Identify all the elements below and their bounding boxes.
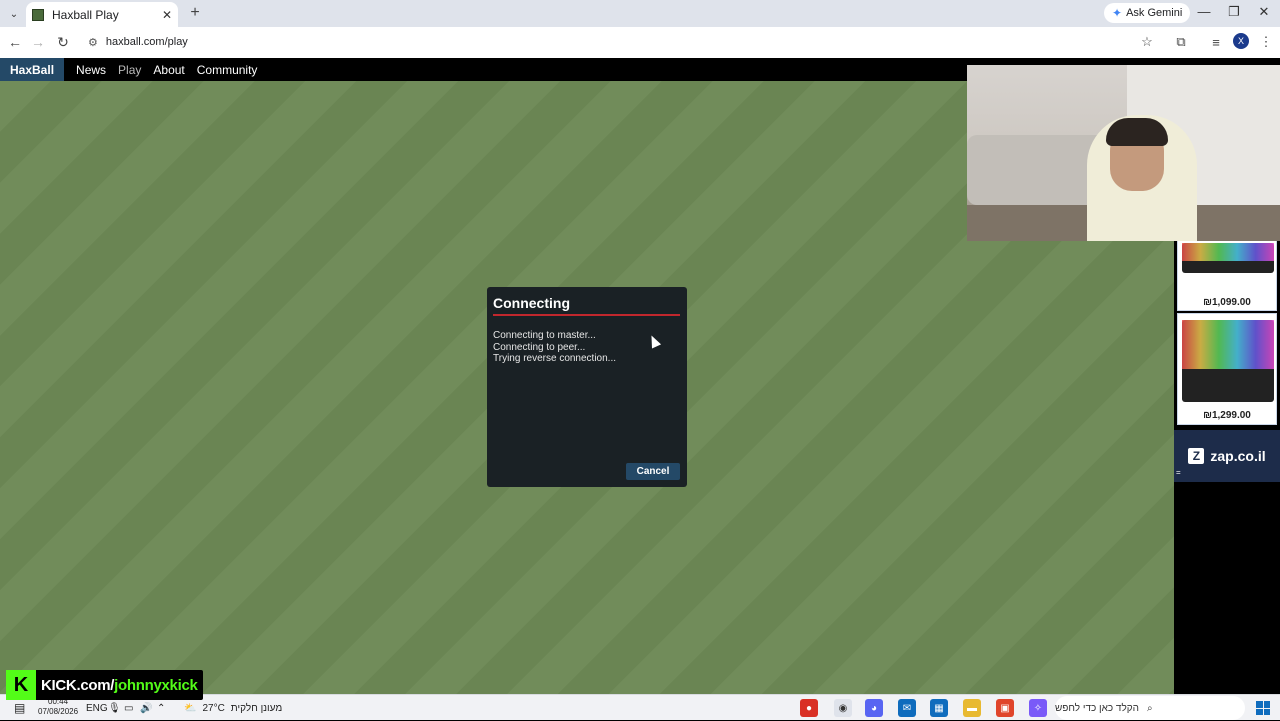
taskbar-clock[interactable]: 00:44 07/08/2026 <box>38 697 78 717</box>
address-bar[interactable]: ⚙ haxball.com/play <box>80 30 1162 54</box>
tab-haxball[interactable]: Haxball Play ✕ <box>26 2 178 27</box>
chrome-app-icon[interactable]: ◉ <box>834 699 852 717</box>
keyboard-image <box>1182 320 1274 402</box>
log-line: Trying reverse connection... <box>493 353 617 364</box>
new-tab-button[interactable]: + <box>186 4 204 22</box>
explorer-app-icon[interactable]: ▬ <box>963 699 981 717</box>
ad-price: ₪1,299.00 <box>1203 410 1251 421</box>
kick-overlay: K KICK.com/johnnyxkick <box>6 670 203 700</box>
clock-date: 07/08/2026 <box>38 707 79 716</box>
nav-play[interactable]: Play <box>118 63 141 77</box>
tab-close-icon[interactable]: ✕ <box>162 8 172 22</box>
dialog-title: Connecting <box>493 295 570 311</box>
store-app-icon[interactable]: ▦ <box>930 699 948 717</box>
tab-search-icon[interactable]: ⌄ <box>5 5 23 23</box>
kick-prefix: KICK.com/ <box>41 676 115 694</box>
connection-log: Connecting to master... Connecting to pe… <box>493 330 616 365</box>
browser-toolbar: ← → ↻ ⚙ haxball.com/play ☆ ⧉ ≡ X ⋮ <box>0 27 1280 58</box>
recorder-app-icon[interactable]: ● <box>800 699 818 717</box>
kick-username: johnnyxkick <box>114 676 198 694</box>
copilot-app-icon[interactable]: ✧ <box>1029 699 1047 717</box>
nav-about[interactable]: About <box>153 63 184 77</box>
nav-news[interactable]: News <box>76 63 106 77</box>
address-url: haxball.com/play <box>105 36 188 48</box>
weather-icon: ⛅ <box>184 702 197 714</box>
search-icon: ⌕ <box>1147 702 1153 714</box>
ad-keyboard-2[interactable]: ₪1,299.00 <box>1177 313 1277 425</box>
ask-gemini-label: Ask Gemini <box>1126 7 1183 19</box>
ad-price: ₪1,099.00 <box>1203 297 1251 308</box>
haxball-logo[interactable]: HaxBall <box>0 58 65 81</box>
dialog-title-underline <box>493 314 680 316</box>
extensions-icon[interactable]: ⧉ <box>1172 33 1190 51</box>
discord-app-icon[interactable]: ◕ <box>865 699 883 717</box>
weather-temp: 27°C <box>202 702 225 714</box>
site-info-icon[interactable]: ⚙ <box>88 36 98 49</box>
gemini-icon: ✦ <box>1112 6 1123 20</box>
zap-brand: zap.co.il <box>1210 448 1266 464</box>
windows-start-icon[interactable] <box>1256 701 1270 715</box>
forward-icon[interactable]: → <box>29 33 47 51</box>
reload-icon[interactable]: ↻ <box>54 33 72 51</box>
media-icon[interactable]: ≡ <box>1207 33 1225 51</box>
ad-keyboard-1[interactable]: ₪1,099.00 <box>1177 240 1277 311</box>
ad-footer-mark: = <box>1176 468 1181 477</box>
zap-logo-icon: Z <box>1188 448 1205 464</box>
weather-text: מעונן חלקית <box>230 702 283 714</box>
menu-icon[interactable]: ⋮ <box>1257 33 1275 51</box>
browser-tabstrip: ⌄ Haxball Play ✕ + ✦ Ask Gemini — ❐ ✕ <box>0 0 1280 27</box>
kick-logo-icon: K <box>6 670 36 700</box>
search-placeholder: הקלד כאן כדי לחפש <box>1055 702 1140 714</box>
back-icon[interactable]: ← <box>6 33 24 51</box>
minimize-button[interactable]: — <box>1194 4 1214 19</box>
webcam-overlay <box>967 65 1280 241</box>
app-icon[interactable]: ▣ <box>996 699 1014 717</box>
kick-channel: KICK.com/johnnyxkick <box>41 677 198 694</box>
restore-button[interactable]: ❐ <box>1224 4 1244 20</box>
bookmark-star-icon[interactable]: ☆ <box>1138 33 1156 51</box>
favicon-icon <box>32 8 44 21</box>
cancel-button[interactable]: Cancel <box>626 463 680 480</box>
tab-title: Haxball Play <box>52 7 119 22</box>
taskbar-search[interactable]: ⌕ הקלד כאן כדי לחפש <box>1055 696 1245 720</box>
connecting-dialog: Connecting Connecting to master... Conne… <box>487 287 687 487</box>
keyboard-image <box>1182 243 1274 273</box>
profile-avatar[interactable]: X <box>1233 33 1249 49</box>
ask-gemini-button[interactable]: ✦ Ask Gemini <box>1104 3 1191 23</box>
log-line: Connecting to master... <box>493 330 596 341</box>
close-window-button[interactable]: ✕ <box>1254 4 1274 20</box>
log-line: Connecting to peer... <box>493 341 586 353</box>
nav-community[interactable]: Community <box>197 63 258 77</box>
outlook-app-icon[interactable]: ✉ <box>898 699 916 717</box>
zap-ad-banner[interactable]: Z zap.co.il <box>1174 430 1280 482</box>
